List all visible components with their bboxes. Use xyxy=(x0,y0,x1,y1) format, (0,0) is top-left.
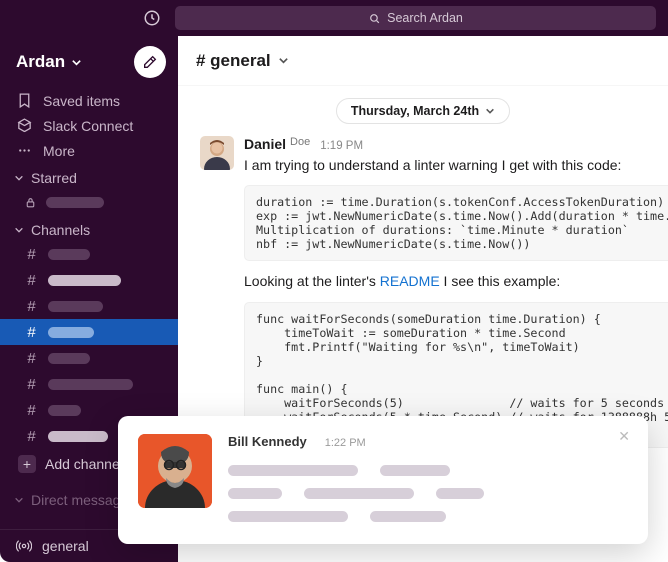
date-divider[interactable]: Thursday, March 24th xyxy=(336,98,510,124)
message-text: I am trying to understand a linter warni… xyxy=(244,155,668,175)
topbar: Search Ardan xyxy=(0,0,668,36)
caret-down-icon xyxy=(14,495,24,505)
chevron-down-icon xyxy=(485,106,495,116)
channel-header[interactable]: # general xyxy=(178,36,668,86)
plus-icon: + xyxy=(18,455,36,473)
channel-item-active[interactable]: # xyxy=(0,319,178,345)
nav-saved-items[interactable]: Saved items xyxy=(0,88,178,113)
compose-icon xyxy=(142,54,158,70)
code-block: duration := time.Duration(s.tokenConf.Ac… xyxy=(244,185,668,261)
search-input[interactable]: Search Ardan xyxy=(175,6,656,30)
avatar[interactable] xyxy=(138,434,212,508)
starred-item[interactable] xyxy=(0,189,178,215)
caret-down-icon xyxy=(14,173,24,183)
popup-user[interactable]: Bill Kennedy xyxy=(228,434,307,449)
search-icon xyxy=(368,12,381,25)
channel-item[interactable]: # xyxy=(0,267,178,293)
broadcast-icon xyxy=(16,538,32,554)
avatar[interactable] xyxy=(200,136,234,170)
connect-icon xyxy=(16,117,33,134)
channel-item[interactable]: # xyxy=(0,293,178,319)
nav-slack-connect[interactable]: Slack Connect xyxy=(0,113,178,138)
chevron-down-icon xyxy=(278,55,289,66)
close-icon[interactable]: ✕ xyxy=(618,428,630,445)
channel-item[interactable]: # xyxy=(0,345,178,371)
bookmark-icon xyxy=(16,92,33,109)
history-icon[interactable] xyxy=(143,9,161,27)
workspace-switcher[interactable]: Ardan xyxy=(16,52,82,72)
channel-item[interactable]: # xyxy=(0,371,178,397)
compose-button[interactable] xyxy=(134,46,166,78)
message-user[interactable]: Daniel xyxy=(244,136,286,152)
message-text: Looking at the linter's README I see thi… xyxy=(244,271,668,291)
message-user-last: Doe xyxy=(290,136,310,148)
search-placeholder: Search Ardan xyxy=(387,11,463,25)
section-channels[interactable]: Channels xyxy=(0,215,178,241)
popup-time: 1:22 PM xyxy=(325,437,366,449)
section-starred[interactable]: Starred xyxy=(0,163,178,189)
message-time: 1:19 PM xyxy=(320,140,363,152)
nav-more[interactable]: More xyxy=(0,138,178,163)
readme-link[interactable]: README xyxy=(380,273,440,289)
more-icon xyxy=(16,142,33,159)
caret-down-icon xyxy=(14,225,24,235)
channel-item[interactable]: # xyxy=(0,241,178,267)
chevron-down-icon xyxy=(71,57,82,68)
lock-icon xyxy=(24,196,37,209)
message-popup: ✕ Bill Kennedy 1:22 PM xyxy=(118,416,648,544)
